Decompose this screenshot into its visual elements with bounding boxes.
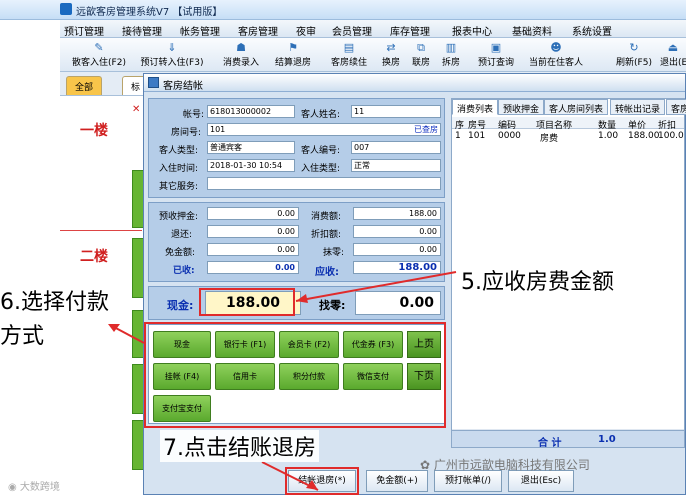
watermark-right: ✿ 广州市远歆电脑科技有限公司 xyxy=(420,456,590,473)
annotation-arrows xyxy=(108,271,457,491)
arrow-6-line xyxy=(111,325,145,344)
arrow-6-head xyxy=(108,324,120,332)
watermark-left-text: 大数跨境 xyxy=(19,482,60,493)
watermark-right-text: 广州市远歆电脑科技有限公司 xyxy=(433,458,590,472)
arrow-5-line xyxy=(295,271,457,302)
annotation-7: 7.点击结账退房 xyxy=(160,430,319,462)
watermark-right-icon: ✿ xyxy=(420,458,431,472)
watermark-left: ◉ 大数跨境 xyxy=(8,478,60,493)
annotation-5: 5.应收房费金额 xyxy=(458,264,617,296)
watermark-left-icon: ◉ xyxy=(8,482,17,493)
annotation-6-line1: 6.选择付款 xyxy=(0,284,109,316)
annotation-6-line2: 方式 xyxy=(0,318,45,350)
